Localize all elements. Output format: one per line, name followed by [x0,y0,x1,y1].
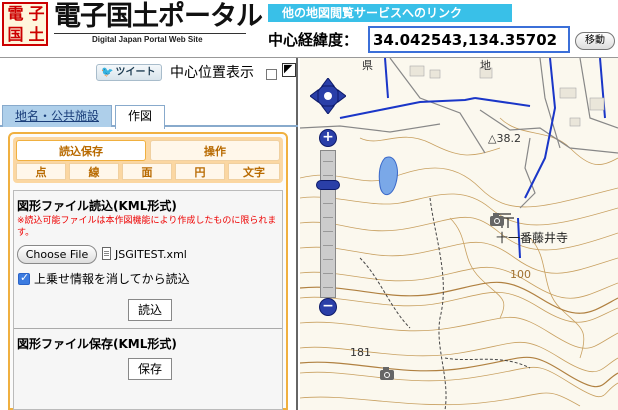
subtab-area[interactable]: 面 [122,163,172,180]
tweet-button[interactable]: 🐦 ツイート [96,64,162,81]
elevation-label: △38.2 [488,132,521,145]
collapse-panel-button[interactable]: ◤ [282,62,296,77]
logo-char: 土 [28,25,45,44]
subtab-line[interactable]: 線 [69,163,119,180]
tab-drawing[interactable]: 作図 [115,105,165,129]
choose-file-button[interactable]: Choose File [17,245,97,264]
file-read-save-section: 図形ファイル読込(KML形式) ※読込可能ファイルは本作図機能により作成したもの… [13,190,283,410]
subtab-circle[interactable]: 円 [175,163,225,180]
camera-icon[interactable] [380,367,394,380]
tweet-label: ツイート [115,67,156,78]
buildings [409,65,605,127]
zoom-slider-track[interactable] [320,150,336,298]
drawing-content: 読込保存 操作 点 線 面 円 文字 図形ファイル読込(KML形式) ※読込可能… [8,132,288,410]
drawing-subtabs: 読込保存 操作 点 線 面 円 文字 [13,137,283,183]
tab-place-facility[interactable]: 地名・公共施設 [2,105,112,127]
center-display-label: 中心位置表示 [170,65,254,81]
center-coordinate-label: 中心経緯度： [268,31,359,49]
contour-lines [300,117,618,407]
camera-icon[interactable] [490,213,504,226]
logo-char: 子 [28,4,45,23]
side-panel: 🐦 ツイート 中心位置表示 ◤ 地名・公共施設 作図 読込保存 操作 点 線 面 … [0,58,298,410]
checkmark-icon: ✓ [20,271,30,284]
panel-tabs: 地名・公共施設 作図 [0,105,298,129]
site-title: 電子国土ポータル [54,1,263,32]
logo-char: 電 [7,4,24,23]
other-map-services-link[interactable]: 他の地図閲覧サービスへのリンク [268,4,512,22]
contour-value-label: 100 [510,268,531,281]
subtab-text[interactable]: 文字 [228,163,280,180]
pan-down-icon [321,105,335,114]
map-view[interactable]: 県 地 △38.2 十一番藤井寺 100 181 + − [300,58,618,410]
section-divider [14,328,282,329]
subtab-point[interactable]: 点 [16,163,66,180]
pan-control[interactable] [310,78,346,114]
place-label: 十一番藤井寺 [496,231,569,245]
title-underline [54,33,246,34]
overlay-clear-label: 上乗せ情報を消してから読込 [34,272,190,286]
pan-left-icon [310,89,319,103]
map-label-top-b: 地 [480,59,491,72]
center-coordinate-input[interactable] [368,26,570,53]
collapse-arrow-icon: ◤ [284,62,293,75]
pond [378,156,398,196]
minor-roads [300,58,618,209]
map-mark-label: 181 [350,346,371,359]
read-note: ※読込可能ファイルは本作図機能により作成したものに限られます。 [17,216,277,238]
site-logo[interactable]: 電 子 国 土 [2,2,48,46]
file-icon [102,247,111,260]
header: 電 子 国 土 電子国土ポータル Digital Japan Portal We… [0,0,618,58]
pan-up-icon [321,78,335,87]
save-button[interactable]: 保存 [128,358,172,380]
selected-file-name: JSGITEST.xml [115,248,187,261]
topographic-map [300,58,618,410]
zoom-out-button[interactable]: − [319,298,337,316]
logo-char: 国 [7,25,24,44]
site-subtitle: Digital Japan Portal Web Site [92,35,203,44]
overlay-clear-checkbox[interactable]: ✓ [18,271,30,285]
map-label-top-a: 県 [362,59,373,72]
center-display-checkbox[interactable] [266,69,277,80]
read-button[interactable]: 読込 [128,299,172,321]
zoom-slider-handle[interactable] [316,180,340,190]
twitter-bird-icon: 🐦 [101,67,114,78]
move-button[interactable]: 移動 [575,32,615,50]
save-heading: 図形ファイル保存(KML形式) [17,337,177,351]
subtab-read-save[interactable]: 読込保存 [16,140,146,161]
pan-right-icon [337,89,346,103]
subtab-operate[interactable]: 操作 [150,140,280,161]
read-heading: 図形ファイル読込(KML形式) [17,199,177,213]
zoom-in-button[interactable]: + [319,129,337,147]
